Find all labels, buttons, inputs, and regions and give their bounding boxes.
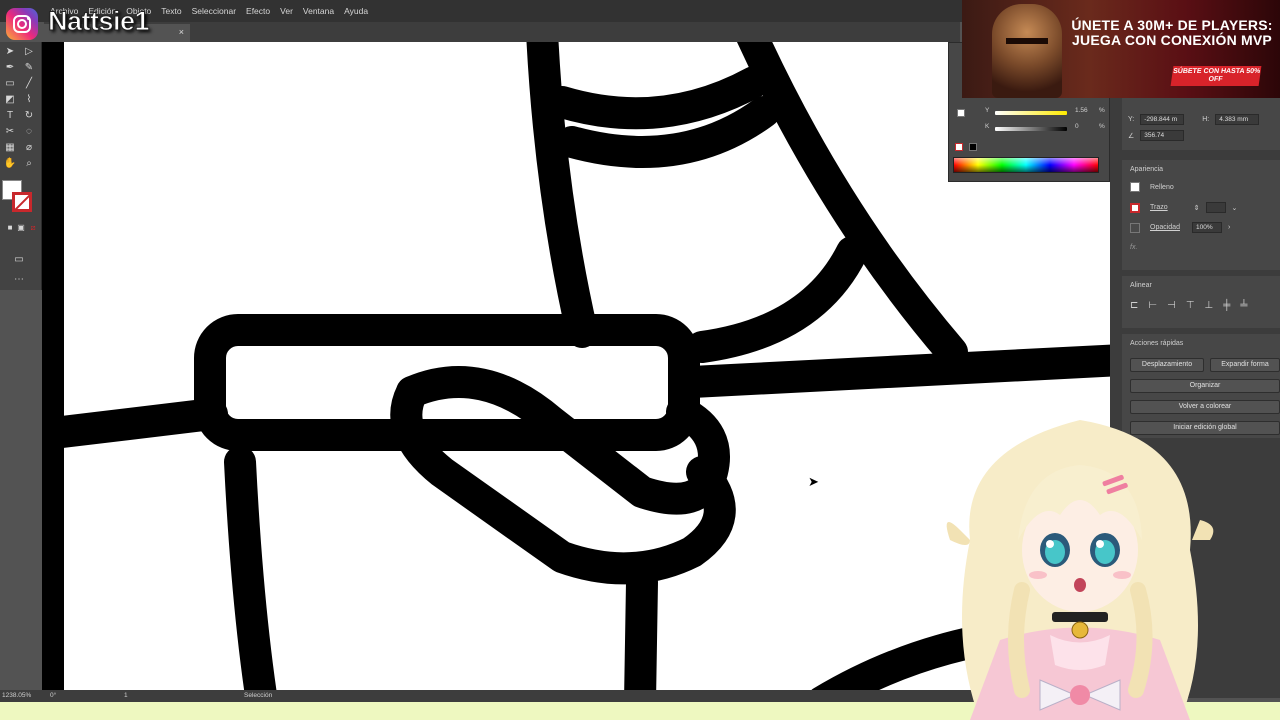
y-channel-slider[interactable] [995, 111, 1067, 115]
y-channel-label: Y [985, 107, 990, 114]
fill-label: Relleno [1150, 183, 1174, 191]
k-percent: % [1099, 123, 1105, 130]
type-tool-icon[interactable]: T [3, 110, 17, 122]
pencil-tool-icon[interactable]: ✎ [22, 62, 36, 74]
angle-field[interactable]: 356.74 [1140, 130, 1185, 141]
h-field-label: H: [1202, 116, 1210, 123]
appearance-header: Apariencia [1130, 166, 1164, 173]
artwork-stem-left [526, 42, 598, 348]
vtuber-avatar [946, 420, 1214, 720]
instagram-handle: Nattsie1 [47, 6, 150, 37]
k-channel-slider[interactable] [995, 127, 1067, 131]
appearance-stroke-swatch[interactable] [1130, 202, 1140, 213]
align-right-icon[interactable]: ⊤ [1186, 300, 1195, 311]
screen-mode-icon[interactable]: ▭ [12, 254, 26, 266]
align-left-icon[interactable]: ⊢ [1148, 300, 1157, 311]
lasso-tool-icon[interactable]: ◌ [22, 126, 36, 138]
menu-texto[interactable]: Texto [161, 6, 181, 16]
none-color-chip[interactable] [955, 143, 963, 151]
ad-cta-button[interactable]: SÚBETE CON HASTA 50% OFF [1170, 66, 1262, 86]
fill-color-chip[interactable] [957, 109, 965, 117]
menu-ayuda[interactable]: Ayuda [344, 6, 368, 16]
chevron-down-icon[interactable]: ⌄ [1232, 204, 1238, 212]
rotate-tool-icon[interactable]: ↻ [22, 110, 36, 122]
pointer-cursor-icon: ➤ [808, 474, 819, 489]
y-percent: % [1099, 107, 1105, 114]
hand-tool-icon[interactable]: ✋ [3, 158, 17, 170]
expand-shape-button[interactable]: Expandir forma [1210, 358, 1280, 372]
illustrator-window: Archivo Edición Objeto Texto Seleccionar… [0, 0, 1280, 720]
menu-ventana[interactable]: Ventana [303, 6, 334, 16]
quick-actions-header: Acciones rápidas [1130, 340, 1184, 347]
eyedropper-tool-icon[interactable]: ⌀ [22, 142, 36, 154]
instagram-icon [6, 8, 38, 40]
ad-headline: ÚNETE A 30M+ DE PLAYERS: JUEGA CON CONEX… [1071, 17, 1273, 48]
scissors-tool-icon[interactable]: ✂ [3, 126, 17, 138]
offset-path-button[interactable]: Desplazamiento [1130, 358, 1204, 372]
y-channel-value[interactable]: 1.56 [1075, 107, 1088, 114]
tools-panel: ➤ ▷ ✒ ✎ ▭ ╱ ◩ ⌇ T ↻ ✂ ◌ ▦ ⌀ ✋ ⌕ ■ ▣ ⧄ ▭ … [0, 42, 42, 290]
more-tools-icon[interactable]: ⋯ [12, 274, 26, 286]
black-color-chip[interactable] [969, 143, 977, 151]
menu-seleccionar[interactable]: Seleccionar [192, 6, 236, 16]
k-channel-value[interactable]: 0 [1075, 123, 1079, 130]
fx-icon[interactable]: fx. [1130, 244, 1137, 251]
shaper-tool-icon[interactable]: ⌇ [22, 94, 36, 106]
transform-panel: Y: -298.844 m H: 4.383 mm ∠ 356.74 [1122, 98, 1280, 150]
eraser-tool-icon[interactable]: ◩ [3, 94, 17, 106]
artwork-leg-right [624, 566, 658, 690]
close-tab-icon[interactable]: × [179, 27, 184, 37]
ad-banner[interactable]: ÚNETE A 30M+ DE PLAYERS: JUEGA CON CONEX… [962, 0, 1280, 98]
stroke-swatch[interactable] [12, 192, 32, 212]
zoom-level[interactable]: 1238.05% [2, 692, 31, 699]
menu-efecto[interactable]: Efecto [246, 6, 270, 16]
height-field[interactable]: 4.383 mm [1215, 114, 1260, 125]
artwork-bar-right [676, 344, 1110, 398]
k-channel-label: K [985, 123, 990, 130]
artwork-bar-left [46, 398, 228, 448]
direct-selection-tool-icon[interactable]: ▷ [22, 46, 36, 58]
rotation-value[interactable]: 0° [50, 692, 56, 699]
y-field-label: Y: [1128, 116, 1135, 123]
pen-tool-icon[interactable]: ✒ [3, 62, 17, 74]
gradient-tool-icon[interactable]: ▦ [3, 142, 17, 154]
artwork-leg-left [224, 446, 277, 690]
current-tool-label: Selección [244, 692, 273, 699]
align-center-h-icon[interactable]: ⊣ [1167, 300, 1176, 311]
color-spectrum[interactable] [953, 157, 1099, 173]
artwork-curve-right [736, 42, 968, 368]
stroke-weight-stepper-icon[interactable]: ⇕ [1194, 204, 1200, 212]
align-panel: Alinear ⊏ ⊢ ⊣ ⊤ ⊥ ╪ ╧ [1122, 276, 1280, 328]
selection-tool-icon[interactable]: ➤ [3, 46, 17, 58]
opacity-icon [1130, 222, 1140, 233]
document-tab-bar: × [44, 22, 960, 42]
appearance-fill-swatch[interactable] [1130, 182, 1140, 192]
none-mode-icon[interactable]: ⧄ [26, 222, 40, 234]
align-header: Alinear [1130, 282, 1152, 289]
opacity-label[interactable]: Opacidad [1150, 224, 1180, 231]
menu-ver[interactable]: Ver [280, 6, 293, 16]
artwork-top-curve [546, 66, 770, 130]
warrior-image [992, 4, 1062, 98]
brush-tool-icon[interactable]: ╱ [22, 78, 36, 90]
align-bottom-icon[interactable]: ╧ [1240, 300, 1247, 311]
stroke-label[interactable]: Trazo [1150, 204, 1168, 211]
opacity-field[interactable]: 100% [1191, 222, 1222, 233]
helmet-visor [1006, 38, 1048, 44]
zoom-tool-icon[interactable]: ⌕ [22, 158, 36, 170]
stroke-weight-field[interactable] [1205, 202, 1226, 213]
rectangle-tool-icon[interactable]: ▭ [3, 78, 17, 90]
chevron-right-icon[interactable]: › [1228, 224, 1230, 231]
appearance-panel: Apariencia Relleno Trazo ⇕ ⌄ Opacidad 10… [1122, 160, 1280, 270]
y-position-field[interactable]: -298.844 m [1140, 114, 1185, 125]
align-top-icon[interactable]: ⊥ [1205, 300, 1214, 311]
artwork-arc [686, 236, 868, 363]
align-center-v-icon[interactable]: ╪ [1223, 300, 1230, 311]
artboard-number[interactable]: 1 [124, 692, 128, 699]
align-to-icon[interactable]: ⊏ [1130, 300, 1138, 311]
angle-icon: ∠ [1128, 132, 1135, 140]
